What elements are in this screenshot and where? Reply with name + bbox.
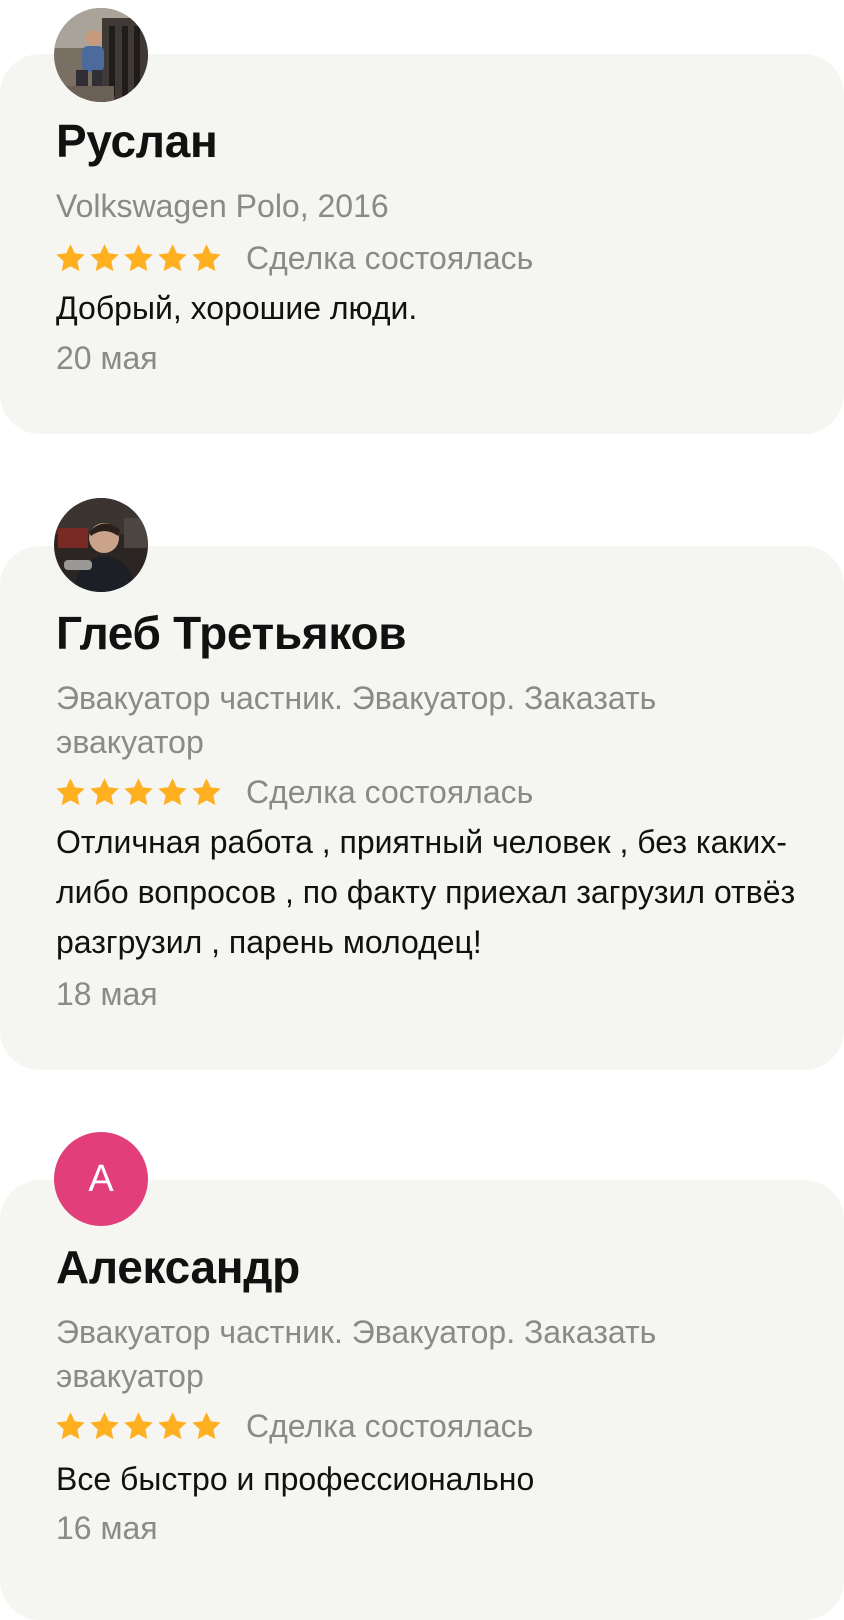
- review-date: 16 мая: [56, 1510, 158, 1546]
- star-icon: [192, 243, 221, 271]
- review-text: Добрый, хорошие люди.: [56, 290, 418, 326]
- review-date: 20 мая: [56, 340, 158, 376]
- avatar[interactable]: [54, 498, 148, 592]
- avatar-photo: [54, 8, 148, 102]
- star-icon: [158, 1411, 187, 1439]
- star-icon: [90, 1411, 119, 1439]
- review-text: Все быстро и профессионально: [56, 1461, 535, 1497]
- rating-stars: [54, 776, 223, 809]
- avatar-photo: [54, 498, 148, 592]
- review-subject[interactable]: Volkswagen Polo, 2016: [56, 184, 786, 228]
- star-icon: [124, 1411, 153, 1439]
- reviewer-name: Глеб Третьяков: [56, 607, 407, 659]
- star-icon: [56, 1411, 85, 1439]
- review-subject[interactable]: Эвакуатор частник. Эвакуатор. Заказать э…: [56, 676, 786, 764]
- rating-row: Сделка состоялась: [54, 772, 533, 812]
- rating-row: Сделка состоялась: [54, 238, 533, 278]
- reviewer-name: Руслан: [56, 115, 218, 167]
- rating-row: Сделка состоялась: [54, 1406, 533, 1446]
- review-date: 18 мая: [56, 976, 158, 1012]
- star-icon: [90, 777, 119, 805]
- review-text: Отличная работа , приятный человек , без…: [56, 824, 796, 960]
- star-icon: [56, 243, 85, 271]
- star-icon: [124, 777, 153, 805]
- star-icon: [192, 1411, 221, 1439]
- star-icon: [158, 777, 187, 805]
- star-icon: [192, 777, 221, 805]
- deal-status: Сделка состоялась: [246, 773, 534, 810]
- avatar[interactable]: А: [54, 1132, 148, 1226]
- star-icon: [90, 243, 119, 271]
- deal-status: Сделка состоялась: [246, 1407, 534, 1444]
- reviewer-name: Александр: [56, 1241, 300, 1293]
- star-icon: [158, 243, 187, 271]
- star-icon: [124, 243, 153, 271]
- avatar[interactable]: [54, 8, 148, 102]
- star-icon: [56, 777, 85, 805]
- deal-status: Сделка состоялась: [246, 239, 534, 276]
- review-subject[interactable]: Эвакуатор частник. Эвакуатор. Заказать э…: [56, 1310, 786, 1398]
- rating-stars: [54, 1410, 223, 1443]
- rating-stars: [54, 242, 223, 275]
